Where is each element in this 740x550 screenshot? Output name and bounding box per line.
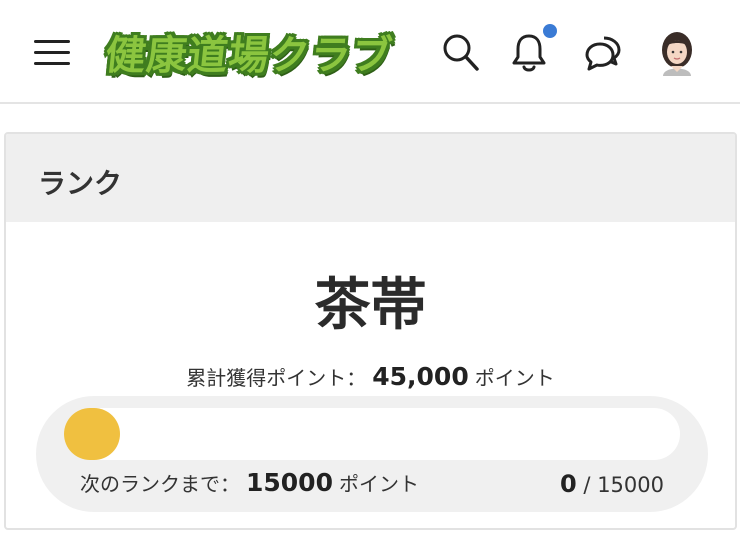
hamburger-menu-button[interactable] [34,38,70,66]
current-rank-name: 茶帯 [314,273,427,338]
total-points-line: 累計獲得ポイント： 45,000 ポイント [6,362,735,391]
logo-text: 健康道場クラブ [103,33,395,79]
app-header: 健康道場クラブ [0,0,740,104]
search-button[interactable] [440,30,482,74]
rank-progress-panel: 次のランクまで： 15000 ポイント 0 / 15000 [36,396,708,512]
menu-line [34,62,70,65]
site-logo[interactable]: 健康道場クラブ [103,26,395,79]
progress-current: 0 [560,470,577,498]
user-avatar-button[interactable] [657,30,697,76]
bell-icon [512,34,546,72]
search-icon [443,34,479,71]
progress-max: 15000 [597,473,664,497]
next-rank-label: 次のランクまで： [80,472,240,496]
rank-card-title: ランク [38,167,123,200]
total-points-unit: ポイント [474,366,555,390]
notifications-button[interactable] [508,30,550,74]
avatar [662,32,692,76]
messages-button[interactable] [582,30,624,74]
menu-line [34,40,70,43]
menu-line [34,51,70,54]
rank-card: ランク 茶帯 累計獲得ポイント： 45,000 ポイント 次のランクまで： 15000… [4,132,737,530]
next-rank-points: 15000 [246,468,333,497]
progress-separator: / [576,473,598,497]
next-rank-unit: ポイント [338,472,419,496]
progress-ratio: 0 / 15000 [560,470,664,498]
notification-badge-dot [543,24,557,38]
progress-track [64,408,680,460]
progress-fill [64,408,120,460]
next-rank-line: 次のランクまで： 15000 ポイント [80,468,419,497]
chat-bubbles-icon [585,36,621,71]
total-points-value: 45,000 [372,362,469,391]
total-points-label: 累計獲得ポイント： [186,366,367,390]
rank-card-header: ランク [6,134,735,222]
